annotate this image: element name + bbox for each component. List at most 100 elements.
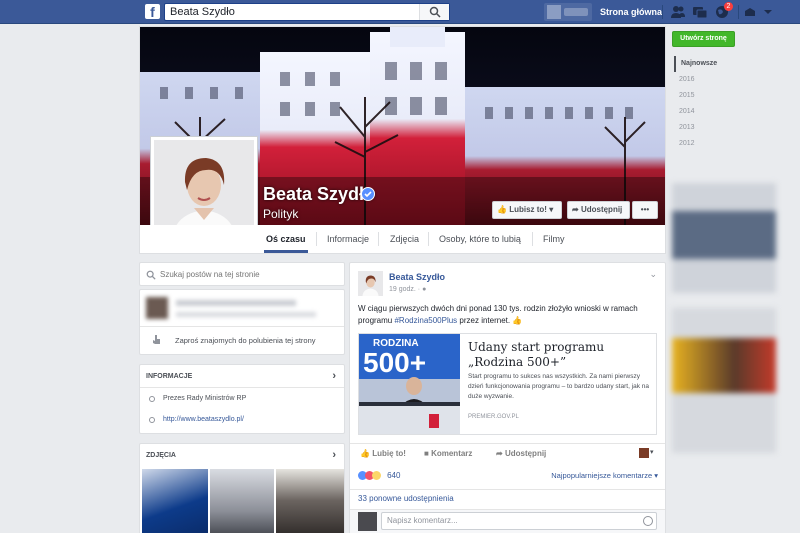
share-arrow-icon: ➦: [572, 205, 579, 214]
invite-friends-link[interactable]: Zaproś znajomych do polubienia tej stron…: [175, 336, 316, 345]
tab-divider: [428, 232, 429, 246]
comment-composer: Napisz komentarz...: [350, 509, 665, 533]
avatar: [639, 448, 649, 458]
search-input[interactable]: [165, 4, 415, 20]
globe-icon: ●: [422, 286, 427, 293]
divider: [140, 326, 344, 327]
page-search-box[interactable]: [139, 262, 345, 286]
search-button[interactable]: [419, 4, 449, 20]
friend-requests-icon[interactable]: [670, 4, 686, 20]
thumbs-up-icon: 👍: [497, 205, 507, 214]
tab-videos[interactable]: Filmy: [543, 234, 565, 244]
profile-shortcut-button[interactable]: [544, 3, 592, 21]
thumbs-up-emoji-icon: 👍: [512, 316, 523, 325]
more-options-button[interactable]: •••: [632, 201, 658, 219]
photo-thumbnail[interactable]: [142, 469, 208, 533]
page-header-card: Beata Szydło Polityk 👍 Lubisz to! ▾ ➦ Ud…: [139, 26, 666, 254]
share-page-button[interactable]: ➦ Udostępnij: [567, 201, 630, 219]
suggested-ad-blurred[interactable]: [672, 308, 776, 453]
year-link-2015[interactable]: 2015: [674, 88, 734, 104]
tab-timeline[interactable]: Oś czasu: [266, 234, 306, 244]
active-tab-indicator: [264, 250, 308, 253]
share-page-label: Udostępnij: [580, 205, 623, 214]
chevron-right-icon[interactable]: ›: [332, 449, 336, 461]
page-title: Beata Szydło: [263, 184, 376, 204]
like-button[interactable]: 👍 Lubię to!: [360, 449, 406, 458]
tab-divider: [532, 232, 533, 246]
search-icon: [429, 6, 441, 18]
reactions-summary[interactable]: 640 Najpopularniejsze komentarze ▾: [358, 469, 658, 485]
globe-icon: [149, 417, 155, 423]
like-page-button[interactable]: 👍 Lubisz to! ▾: [492, 201, 562, 219]
link-title[interactable]: Udany start programu „Rodzina 500+”: [468, 340, 653, 370]
comment-bubble-icon: ■: [424, 449, 429, 458]
haha-reaction-icon: [372, 470, 381, 480]
year-link-2016[interactable]: 2016: [674, 72, 734, 88]
photos-panel-header[interactable]: ZDJĘCIA: [146, 452, 176, 459]
invite-hand-icon: [153, 335, 160, 344]
like-button-label: Lubię to!: [372, 449, 406, 458]
divider: [140, 387, 344, 388]
post-time-text: 19 godz.: [389, 286, 416, 293]
tab-photos[interactable]: Zdjęcia: [390, 234, 419, 244]
link-image-number: 500+: [363, 347, 426, 378]
photos-panel: ZDJĘCIA ›: [139, 443, 345, 533]
tab-likes[interactable]: Osoby, które to lubią: [439, 234, 521, 244]
hashtag-link[interactable]: #Rodzina500Plus: [394, 316, 457, 325]
home-link[interactable]: Strona główna: [600, 7, 662, 17]
timeline-year-nav: Najnowsze 2016 2015 2014 2013 2012: [674, 56, 734, 152]
comment-sort-dropdown[interactable]: Najpopularniejsze komentarze ▾: [551, 471, 658, 480]
post-options-chevron-icon[interactable]: ⌄: [649, 269, 657, 280]
invite-friends-panel: Zaproś znajomych do polubienia tej stron…: [139, 289, 345, 355]
year-link-newest[interactable]: Najnowsze: [674, 56, 734, 72]
post-author[interactable]: Beata Szydło: [389, 272, 445, 282]
year-link-2013[interactable]: 2013: [674, 120, 734, 136]
year-link-2014[interactable]: 2014: [674, 104, 734, 120]
notification-badge: 2: [724, 2, 733, 11]
about-panel: INFORMACJE › Prezes Rady Ministrów RP ht…: [139, 364, 345, 434]
sponsored-ad-blurred[interactable]: [672, 183, 776, 293]
post-text-end: przez internet.: [457, 316, 511, 325]
avatar[interactable]: [358, 271, 383, 296]
facebook-logo-icon[interactable]: f: [145, 4, 160, 19]
messages-icon[interactable]: [692, 4, 708, 20]
comment-input[interactable]: Napisz komentarz...: [381, 512, 657, 530]
website-link[interactable]: http://www.beataszydlo.pl/: [163, 416, 244, 423]
blurred-friends-text: [176, 300, 296, 306]
ad-image: [672, 338, 776, 393]
post-timestamp[interactable]: 19 godz. · ●: [389, 286, 426, 293]
emoji-icon[interactable]: [643, 516, 653, 526]
cover-photo[interactable]: Beata Szydło Polityk 👍 Lubisz to! ▾ ➦ Ud…: [140, 27, 665, 225]
photo-thumbnail[interactable]: [276, 469, 344, 533]
verified-badge-icon: [361, 187, 375, 201]
account-menu-chevron-icon[interactable]: [760, 4, 776, 20]
thumbs-up-icon: 👍: [360, 449, 370, 458]
chevron-down-icon: ▾: [650, 449, 654, 456]
search-box[interactable]: [164, 3, 450, 21]
share-arrow-icon: ➦: [496, 449, 503, 458]
comment-button[interactable]: ■ Komentarz: [424, 449, 472, 458]
link-preview-card[interactable]: RODZINA 500+ Udany start programu „Rodzi…: [358, 333, 657, 435]
avatar: [358, 512, 377, 531]
photo-thumbnail[interactable]: [210, 469, 274, 533]
timeline-post: Beata Szydło 19 godz. · ● ⌄ W ciągu pier…: [349, 262, 666, 533]
chevron-right-icon[interactable]: ›: [332, 370, 336, 382]
share-button[interactable]: ➦ Udostępnij: [496, 449, 546, 458]
tab-about[interactable]: Informacje: [327, 234, 369, 244]
privacy-shortcuts-icon[interactable]: [742, 4, 758, 20]
profile-picture[interactable]: [150, 136, 258, 225]
avatar: [547, 5, 561, 19]
ad-image: [672, 211, 776, 259]
post-actions-bar: 👍 Lubię to! ■ Komentarz ➦ Udostępnij ▾: [350, 443, 665, 463]
page-search-input[interactable]: [160, 267, 340, 282]
reaction-count[interactable]: 640: [387, 471, 400, 480]
year-link-2012[interactable]: 2012: [674, 136, 734, 152]
top-navigation-bar: f Strona główna 2: [0, 0, 800, 24]
blurred-friends-text: [176, 312, 316, 317]
create-page-button[interactable]: Utwórz stronę: [672, 31, 735, 47]
about-panel-header[interactable]: INFORMACJE: [146, 373, 192, 380]
shares-count-link[interactable]: 33 ponowne udostępnienia: [350, 489, 665, 509]
info-icon: [149, 396, 155, 402]
post-as-selector[interactable]: ▾: [639, 448, 655, 458]
chevron-down-icon: ▾: [549, 205, 554, 214]
